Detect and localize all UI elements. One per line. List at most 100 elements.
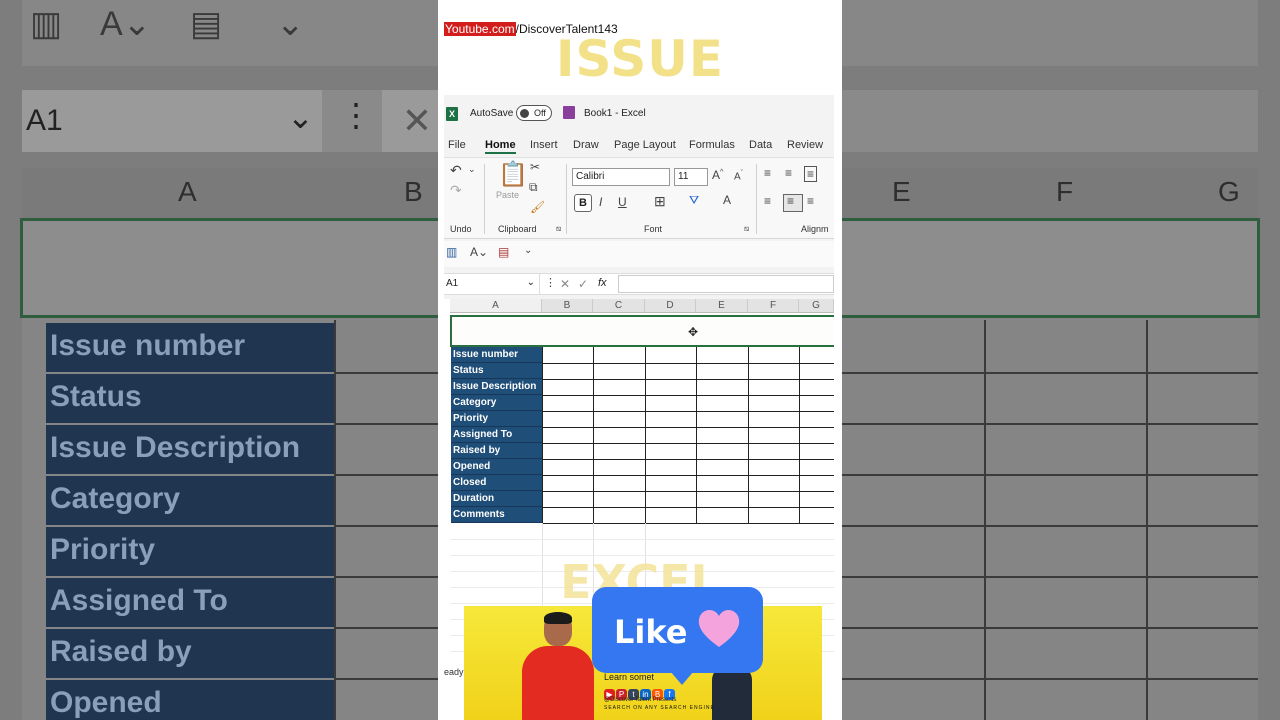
presenter-hair — [544, 612, 572, 624]
row-label[interactable]: Duration — [451, 491, 542, 507]
bg-format-icon: ▤ — [190, 5, 223, 43]
row-label[interactable]: Priority — [451, 411, 542, 427]
column-header-d[interactable]: D — [645, 299, 696, 313]
bg-col-b: B — [404, 176, 423, 207]
format-painter-icon[interactable]: 🖌 — [530, 200, 545, 214]
tab-home[interactable]: Home — [485, 139, 516, 154]
row-label[interactable]: Raised by — [451, 443, 542, 459]
column-header-f[interactable]: F — [748, 299, 799, 313]
fill-color-icon[interactable]: ⛛ — [689, 193, 699, 208]
formula-input[interactable] — [618, 275, 834, 293]
grid-line — [645, 347, 646, 523]
toggle-state: Off — [534, 108, 546, 118]
font-color-quick-icon[interactable]: A⌄ — [470, 245, 488, 259]
social-icons: ▶ Pt in Bf — [604, 684, 676, 700]
bg-row-label: Priority — [46, 527, 334, 576]
row-label[interactable]: Opened — [451, 459, 542, 475]
ribbon-home: ↶ ⌄ ↷ Undo 📋 Paste ✂ ⧉ 🖌 Clipboard ⧅ Cal… — [444, 157, 834, 239]
ribbon-separator — [756, 164, 757, 234]
tab-insert[interactable]: Insert — [530, 139, 558, 151]
underline-button[interactable]: U — [618, 195, 627, 209]
copy-icon[interactable]: ⧉ — [529, 180, 538, 195]
tab-draw[interactable]: Draw — [573, 139, 599, 151]
banner-search-text: SEARCH ON ANY SEARCH ENGINE — [604, 705, 715, 711]
column-header-g[interactable]: G — [799, 299, 834, 313]
borders-icon[interactable]: ⊞ — [654, 193, 666, 210]
ribbon-separator — [484, 164, 485, 234]
quick-access-toolbar: ▥ A⌄ ▤ ⌄ — [444, 241, 834, 267]
column-header-b[interactable]: B — [542, 299, 593, 313]
font-name-select[interactable]: Calibri — [572, 168, 670, 186]
paste-icon[interactable]: 📋 — [498, 160, 528, 189]
bg-name-box: A1 — [22, 90, 322, 152]
cancel-icon[interactable]: ✕ — [560, 277, 570, 291]
tab-formulas[interactable]: Formulas — [689, 139, 735, 151]
bg-col-f: F — [1056, 176, 1074, 207]
more-icon[interactable]: ⋮ — [545, 276, 556, 289]
decrease-font-icon[interactable]: Aˇ — [734, 170, 743, 182]
presenter-image — [522, 612, 594, 720]
cell-cursor-icon: ✥ — [688, 325, 699, 339]
tab-file[interactable]: File — [448, 139, 466, 151]
format-cells-icon[interactable]: ▤ — [498, 245, 509, 259]
save-icon[interactable] — [563, 106, 575, 119]
grid-line — [696, 347, 697, 523]
tab-data[interactable]: Data — [749, 139, 772, 151]
align-center-icon: ≡ — [787, 194, 795, 208]
name-box[interactable]: A1 ⌄ — [444, 274, 540, 294]
bg-row-label: Status — [46, 374, 334, 423]
insert-function-icon[interactable]: fx — [598, 277, 607, 289]
grid-line — [450, 539, 834, 540]
chart-icon[interactable]: ▥ — [446, 245, 457, 259]
workbook-title: Book1 - Excel — [584, 108, 646, 119]
redo-icon[interactable]: ↷ — [450, 182, 462, 199]
ribbon-tabs: File Home Insert Draw Page Layout Formul… — [444, 139, 834, 157]
row-label[interactable]: Assigned To — [451, 427, 542, 443]
bg-col-e: E — [892, 176, 911, 207]
bg-grid-line — [984, 320, 986, 720]
enter-icon[interactable]: ✓ — [578, 277, 588, 291]
grid-line — [542, 379, 834, 380]
autosave-toggle[interactable]: Off — [516, 105, 552, 121]
row-label[interactable]: Closed — [451, 475, 542, 491]
row-label[interactable]: Status — [451, 363, 542, 379]
font-launcher-icon[interactable]: ⧅ — [744, 224, 749, 234]
cut-icon[interactable]: ✂ — [530, 160, 540, 174]
row-label[interactable]: Category — [451, 395, 542, 411]
paste-label: Paste — [496, 190, 520, 200]
group-undo-label: Undo — [450, 224, 472, 234]
row-label[interactable]: Issue Description — [451, 379, 542, 395]
grid-line — [542, 347, 543, 523]
chevron-down-icon[interactable]: ⌄ — [527, 277, 535, 288]
clipboard-launcher-icon[interactable]: ⧅ — [556, 224, 561, 234]
tab-review[interactable]: Review — [787, 139, 823, 151]
title-merged-cell[interactable]: ✥ — [450, 315, 834, 347]
undo-dropdown-icon[interactable]: ⌄ — [468, 164, 476, 175]
group-clipboard-label: Clipboard — [498, 224, 537, 234]
font-size-select[interactable]: 11 — [674, 168, 708, 186]
row-label[interactable]: Issue number — [451, 347, 542, 363]
row-label[interactable]: Comments — [451, 507, 542, 523]
column-header-e[interactable]: E — [696, 299, 748, 313]
name-box-value: A1 — [446, 278, 459, 289]
bold-button[interactable]: B — [574, 194, 592, 212]
undo-icon[interactable]: ↶ — [450, 162, 462, 179]
align-right-icon[interactable]: ≡ — [807, 194, 814, 208]
font-color-icon[interactable]: A — [723, 193, 731, 207]
like-button[interactable]: Like — [592, 587, 763, 685]
group-alignment-label: Alignm — [801, 224, 829, 234]
align-middle-icon[interactable]: ≡ — [785, 166, 792, 180]
column-header-a[interactable]: A — [450, 299, 542, 313]
increase-font-icon[interactable]: A^ — [712, 168, 723, 182]
align-left-icon[interactable]: ≡ — [764, 194, 771, 208]
align-bottom-icon[interactable]: ≡ — [804, 166, 818, 182]
grid-line — [542, 475, 834, 476]
like-label: Like — [614, 613, 688, 651]
column-header-c[interactable]: C — [593, 299, 645, 313]
italic-button[interactable]: I — [599, 195, 602, 209]
tab-page-layout[interactable]: Page Layout — [614, 139, 676, 151]
customize-qat-icon[interactable]: ⌄ — [524, 245, 532, 256]
ribbon-separator — [566, 164, 567, 234]
banner-presents-text: @Discover Talent Presents — [604, 697, 677, 703]
align-top-icon[interactable]: ≡ — [764, 166, 771, 180]
